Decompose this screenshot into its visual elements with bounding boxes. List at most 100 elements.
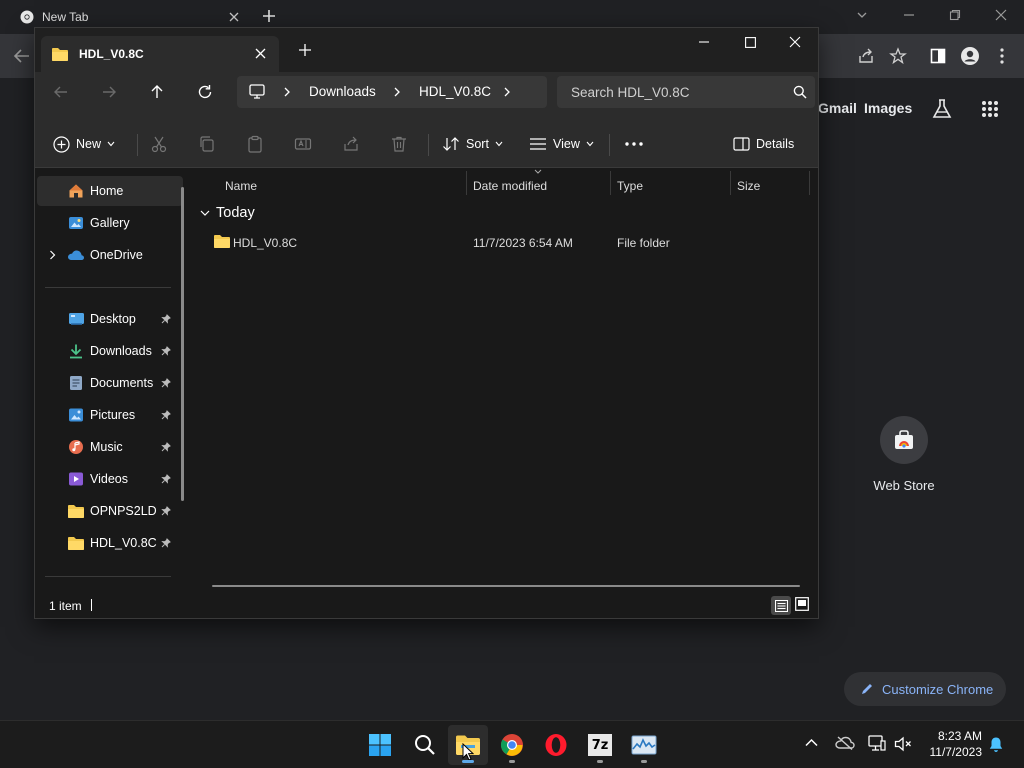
address-bar[interactable]: Downloads HDL_V0.8C	[237, 76, 547, 108]
file-row[interactable]: HDL_V0.8C 11/7/2023 6:54 AM File folder	[210, 233, 800, 253]
large-icons-view-toggle[interactable]	[795, 597, 809, 611]
expand-chevron-icon[interactable]	[49, 250, 56, 260]
labs-flask-icon[interactable]	[930, 97, 954, 121]
cut-button[interactable]	[150, 128, 168, 160]
gmail-link[interactable]: Gmail	[818, 100, 857, 116]
rename-button[interactable]	[294, 128, 312, 160]
plus-circle-icon	[53, 135, 70, 153]
notification-bell-icon[interactable]	[988, 736, 1004, 753]
taskbar-opera[interactable]	[536, 725, 576, 765]
search-box[interactable]: Search HDL_V0.8C	[557, 76, 815, 108]
back-arrow-icon[interactable]	[49, 80, 73, 104]
column-header-date-modified[interactable]: Date modified	[473, 173, 547, 199]
pin-icon[interactable]	[161, 474, 171, 484]
apps-grid-icon[interactable]	[978, 97, 1002, 121]
details-view-toggle[interactable]	[771, 596, 791, 615]
add-tab-icon[interactable]	[299, 44, 311, 56]
profile-icon[interactable]	[958, 44, 982, 68]
sidebar-item-home[interactable]: Home	[37, 176, 183, 206]
share-button[interactable]	[342, 128, 360, 160]
breadcrumb-chevron-icon[interactable]	[283, 87, 291, 97]
explorer-minimize-button[interactable]	[681, 28, 727, 56]
star-icon[interactable]	[886, 44, 910, 68]
network-icon[interactable]	[868, 735, 886, 752]
explorer-tab-title: HDL_V0.8C	[79, 47, 144, 61]
more-options-button[interactable]	[625, 128, 643, 160]
close-icon[interactable]	[228, 11, 240, 23]
kebab-menu-icon[interactable]	[990, 44, 1014, 68]
share-icon[interactable]	[854, 44, 878, 68]
breadcrumb-downloads[interactable]: Downloads	[309, 84, 376, 99]
taskbar-file-explorer[interactable]	[448, 725, 488, 765]
up-arrow-icon[interactable]	[145, 80, 169, 104]
pin-icon[interactable]	[161, 346, 171, 356]
onedrive-offline-icon[interactable]	[835, 736, 855, 750]
horizontal-scrollbar[interactable]	[212, 585, 800, 587]
taskbar-7zip[interactable]: 7z	[580, 725, 620, 765]
sidebar-item-desktop[interactable]: Desktop	[37, 304, 183, 334]
breadcrumb-chevron-icon[interactable]	[503, 87, 511, 97]
delete-button[interactable]	[390, 128, 408, 160]
breadcrumb-chevron-icon[interactable]	[393, 87, 401, 97]
column-divider[interactable]	[466, 171, 467, 195]
column-header-size[interactable]: Size	[737, 173, 760, 199]
pin-icon[interactable]	[161, 442, 171, 452]
chrome-restore-button[interactable]	[932, 0, 978, 30]
sidebar-item-pictures[interactable]: Pictures	[37, 400, 183, 430]
details-button[interactable]: Details	[733, 128, 794, 160]
close-tab-icon[interactable]	[255, 48, 266, 59]
sidebar-item-gallery[interactable]: Gallery	[37, 208, 183, 238]
side-panel-icon[interactable]	[926, 44, 950, 68]
sidebar-item-downloads[interactable]: Downloads	[37, 336, 183, 366]
shortcut-web-store[interactable]: Web Store	[864, 416, 944, 493]
column-divider[interactable]	[610, 171, 611, 195]
search-icon[interactable]	[793, 85, 807, 99]
column-header-name[interactable]: Name	[225, 173, 257, 199]
sidebar-item-onedrive[interactable]: OneDrive	[37, 240, 183, 270]
sidebar-item-hdl-folder[interactable]: HDL_V0.8C	[37, 528, 183, 558]
start-button[interactable]	[360, 725, 400, 765]
customize-chrome-button[interactable]: Customize Chrome	[844, 672, 1006, 706]
images-link[interactable]: Images	[864, 100, 912, 116]
taskbar-task-manager[interactable]	[624, 725, 664, 765]
search-button[interactable]	[405, 725, 445, 765]
sidebar-item-opnps2ld[interactable]: OPNPS2LD	[37, 496, 183, 526]
this-pc-icon[interactable]	[249, 84, 265, 99]
new-tab-icon[interactable]	[262, 9, 276, 23]
pin-icon[interactable]	[161, 378, 171, 388]
pin-icon[interactable]	[161, 506, 171, 516]
chevron-down-icon[interactable]	[856, 9, 868, 21]
pin-icon[interactable]	[161, 314, 171, 324]
column-header-type[interactable]: Type	[617, 173, 643, 199]
system-clock[interactable]: 8:23 AM 11/7/2023	[920, 728, 983, 760]
refresh-icon[interactable]	[193, 80, 217, 104]
column-divider[interactable]	[730, 171, 731, 195]
explorer-maximize-button[interactable]	[727, 28, 773, 56]
chrome-minimize-button[interactable]	[886, 0, 932, 30]
sidebar-scrollbar[interactable]	[181, 187, 184, 501]
view-button[interactable]: View	[529, 128, 594, 160]
view-label: View	[553, 137, 580, 151]
sort-button[interactable]: Sort	[442, 128, 503, 160]
sidebar-item-music[interactable]: Music	[37, 432, 183, 462]
sidebar-item-label: OPNPS2LD	[90, 504, 157, 518]
group-header-today[interactable]: Today	[200, 205, 255, 221]
volume-muted-icon[interactable]	[894, 736, 912, 752]
breadcrumb-hdl-folder[interactable]: HDL_V0.8C	[419, 84, 491, 99]
explorer-tab[interactable]: HDL_V0.8C	[41, 36, 279, 72]
back-icon[interactable]	[10, 44, 34, 68]
pin-icon[interactable]	[161, 410, 171, 420]
chrome-close-button[interactable]	[978, 0, 1024, 30]
copy-button[interactable]	[198, 128, 216, 160]
explorer-titlebar: HDL_V0.8C	[35, 28, 818, 72]
paste-button[interactable]	[246, 128, 264, 160]
sidebar-item-documents[interactable]: Documents	[37, 368, 183, 398]
new-button[interactable]: New	[53, 128, 115, 160]
explorer-close-button[interactable]	[772, 28, 818, 56]
taskbar-chrome[interactable]	[492, 725, 532, 765]
pin-icon[interactable]	[161, 538, 171, 548]
forward-arrow-icon[interactable]	[97, 80, 121, 104]
sidebar-item-videos[interactable]: Videos	[37, 464, 183, 494]
column-divider[interactable]	[809, 171, 810, 195]
tray-chevron-up-icon[interactable]	[805, 738, 818, 747]
